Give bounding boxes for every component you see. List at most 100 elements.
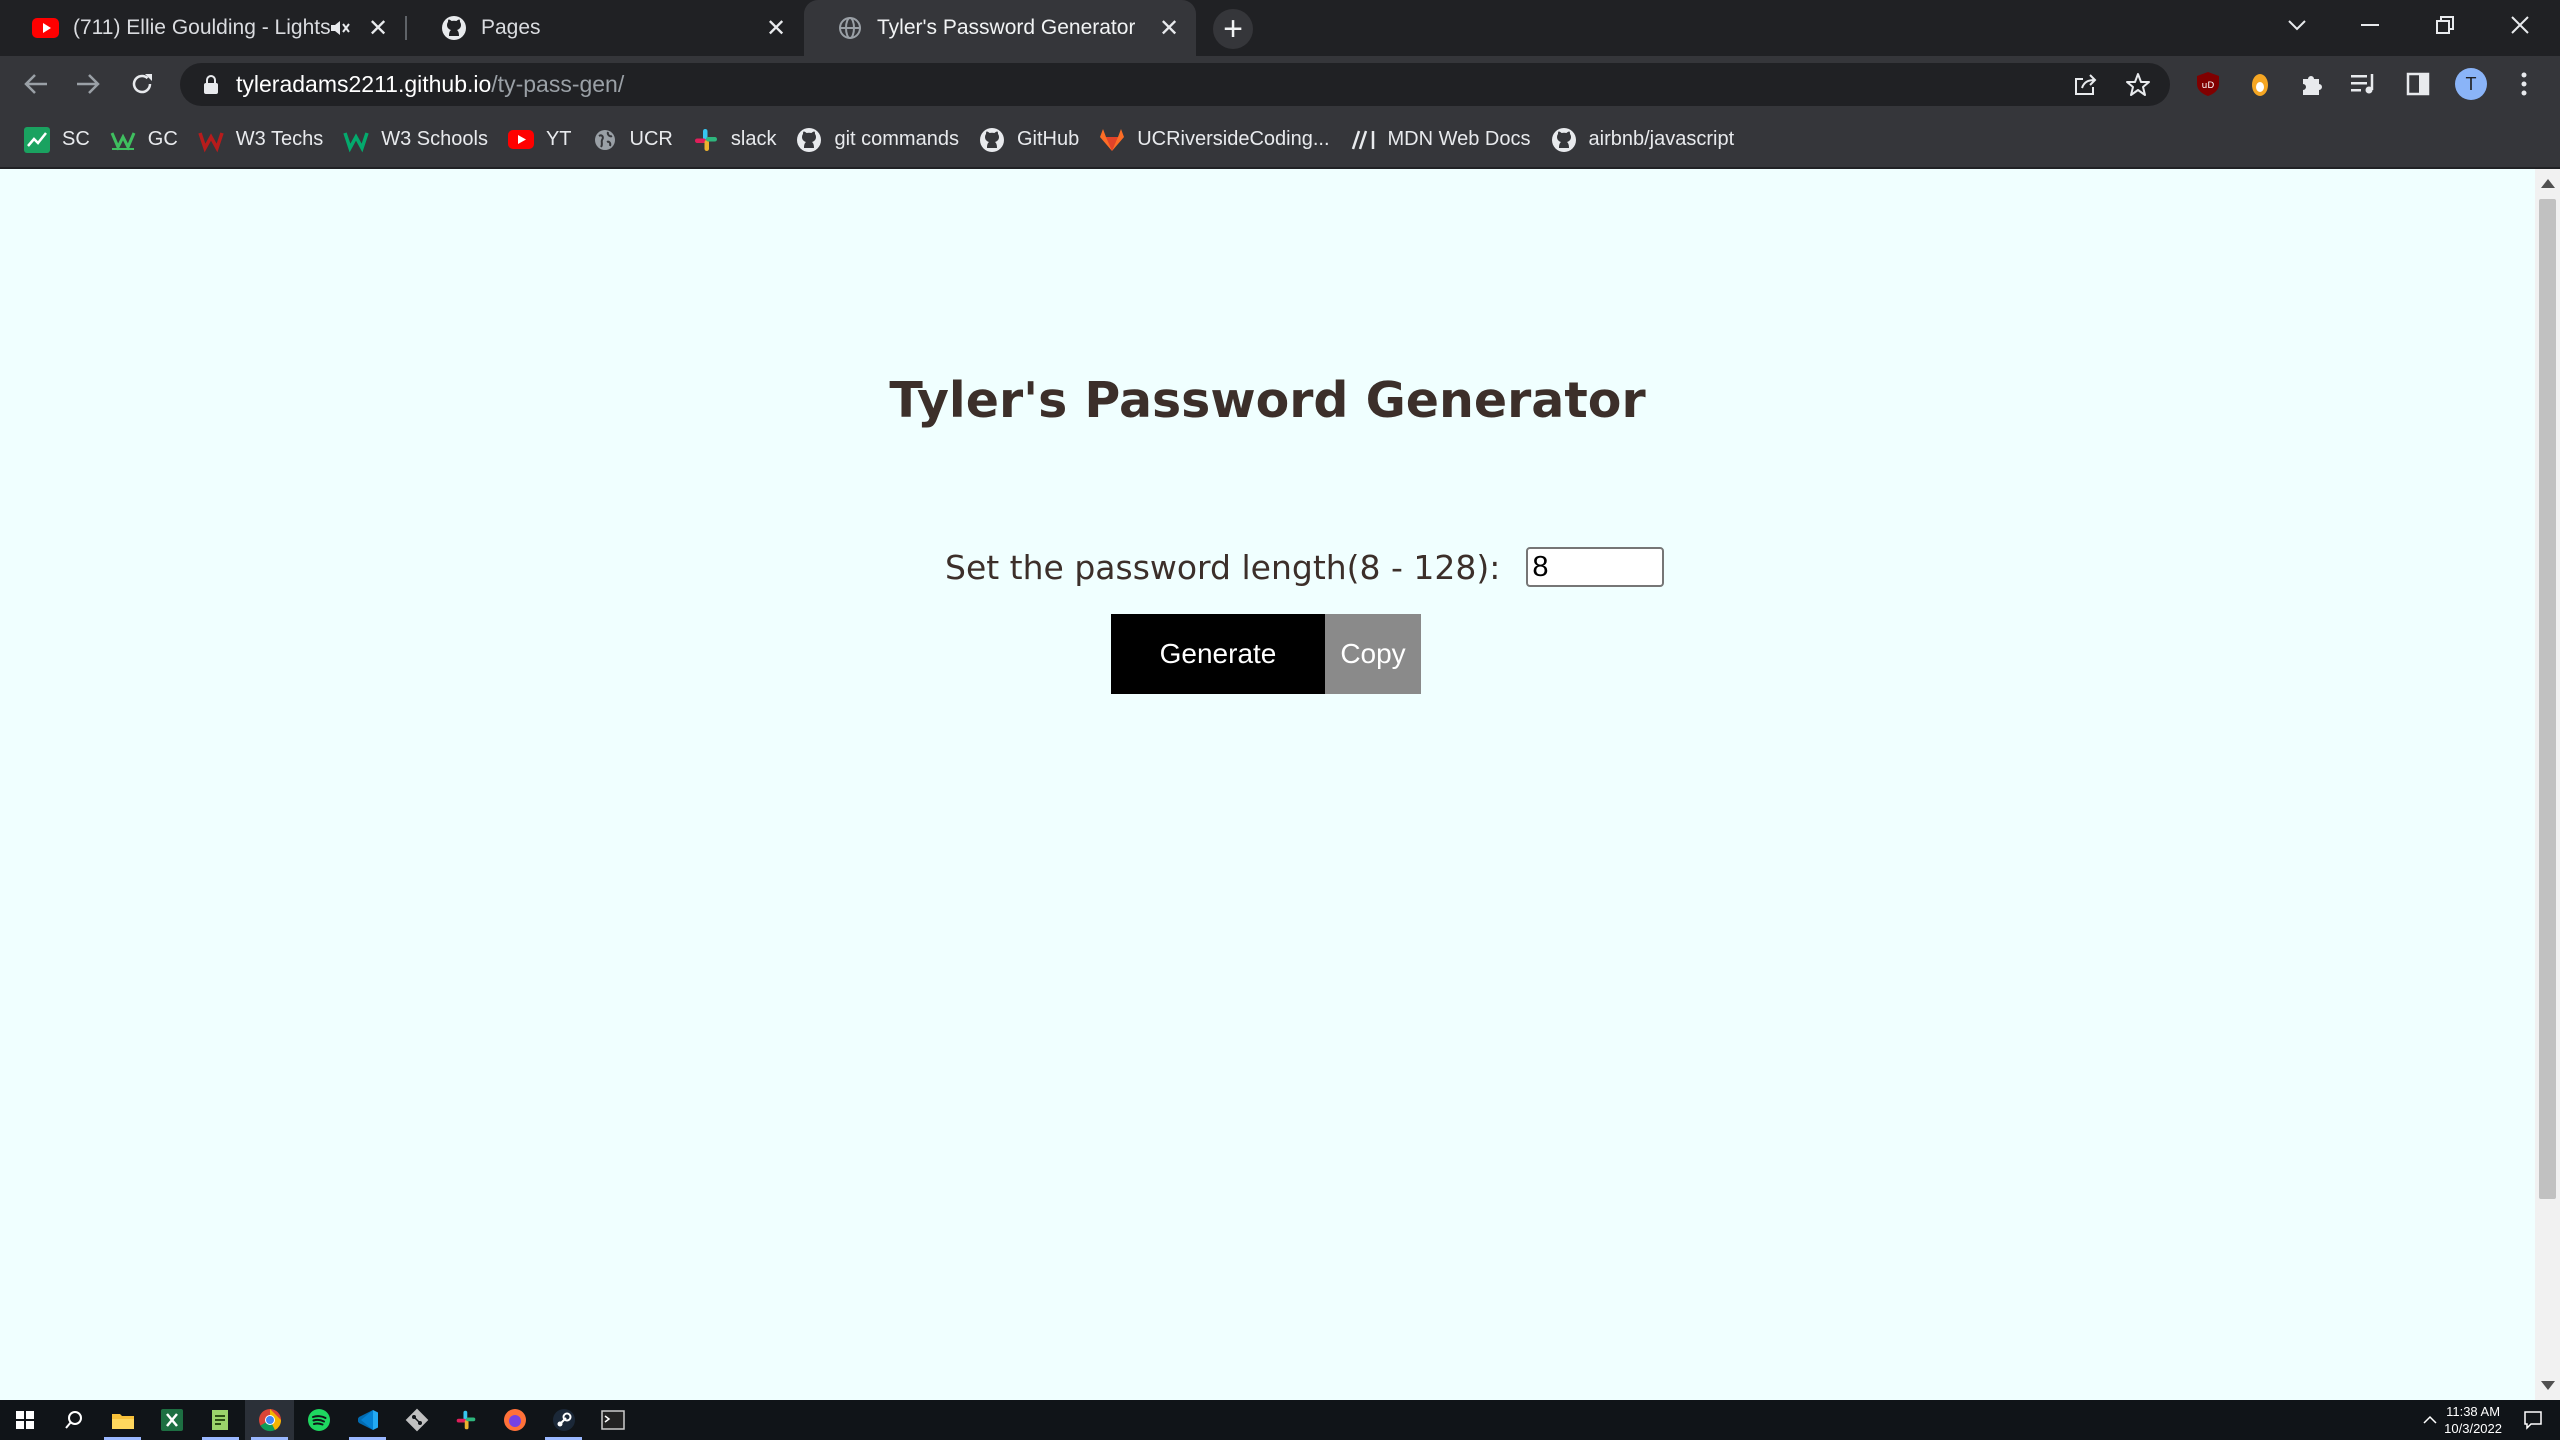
bookmark-label: slack bbox=[730, 128, 777, 150]
bookmark-label: W3 Techs bbox=[235, 128, 324, 150]
w3techs-icon bbox=[198, 127, 224, 153]
media-controls-icon[interactable] bbox=[2348, 68, 2380, 100]
bookmark-label: GitHub bbox=[1016, 128, 1080, 150]
address-bar[interactable]: tyleradams2211.github.io/ty-pass-gen/ bbox=[180, 63, 2170, 106]
bookmark-label: UCR bbox=[629, 128, 673, 150]
bookmarks-bar: SC GC W3 Techs W3 Schools YT UCR slack g… bbox=[0, 112, 2560, 168]
scroll-up-arrow-icon[interactable] bbox=[2541, 179, 2555, 188]
bookmark-label: git commands bbox=[834, 128, 959, 150]
bookmark-label: W3 Schools bbox=[381, 128, 488, 150]
password-length-input[interactable] bbox=[1526, 547, 1665, 587]
gitlab-icon bbox=[1099, 127, 1125, 153]
mdn-icon bbox=[1350, 127, 1376, 153]
generate-button[interactable]: Generate bbox=[1111, 614, 1325, 694]
restore-icon[interactable] bbox=[2410, 0, 2480, 50]
minimize-icon[interactable] bbox=[2335, 0, 2405, 50]
slack-icon[interactable] bbox=[441, 1400, 490, 1440]
gc-icon bbox=[110, 127, 136, 153]
github-icon bbox=[979, 127, 1005, 153]
ublock-icon[interactable]: uD bbox=[2192, 68, 2224, 100]
close-tab-icon[interactable]: ✕ bbox=[365, 15, 391, 42]
notifications-icon[interactable] bbox=[2506, 1400, 2560, 1440]
github-icon bbox=[1551, 127, 1577, 153]
slack-icon bbox=[693, 127, 719, 153]
side-panel-icon[interactable] bbox=[2402, 68, 2434, 100]
share-icon[interactable] bbox=[2070, 69, 2102, 101]
clock-time: 11:38 AM bbox=[2446, 1404, 2501, 1419]
terminal-icon[interactable] bbox=[588, 1400, 637, 1440]
tab-title: Tyler's Password Generator bbox=[877, 16, 1136, 39]
windows-start-icon[interactable] bbox=[0, 1400, 49, 1440]
close-tab-icon[interactable]: ✕ bbox=[1156, 15, 1182, 42]
globe-icon bbox=[836, 15, 863, 42]
scroll-thumb[interactable] bbox=[2539, 199, 2556, 1199]
honey-extension-icon[interactable] bbox=[2244, 68, 2276, 100]
extensions-icon[interactable] bbox=[2296, 68, 2328, 100]
bookmark-label: UCRiversideCoding... bbox=[1137, 128, 1330, 150]
url-text: tyleradams2211.github.io/ty-pass-gen/ bbox=[236, 71, 624, 98]
excel-icon[interactable] bbox=[147, 1400, 196, 1440]
clock-date: 10/3/2022 bbox=[2444, 1421, 2502, 1436]
url-host: tyleradams2211.github.io bbox=[236, 71, 492, 97]
chart-icon bbox=[24, 126, 50, 153]
bookmark-label: airbnb/javascript bbox=[1588, 128, 1735, 150]
reload-icon[interactable] bbox=[124, 66, 160, 102]
page-scrollbar[interactable] bbox=[2535, 169, 2560, 1400]
scroll-down-arrow-icon[interactable] bbox=[2541, 1381, 2555, 1390]
bookmark-sc[interactable]: SC bbox=[20, 120, 102, 160]
bookmark-label: GC bbox=[147, 128, 178, 150]
bookmark-git-commands[interactable]: git commands bbox=[792, 120, 971, 160]
bookmark-yt[interactable]: YT bbox=[504, 120, 584, 160]
new-tab-button[interactable]: + bbox=[1213, 9, 1253, 49]
close-tab-icon[interactable]: ✕ bbox=[763, 15, 789, 42]
avatar: T bbox=[2455, 68, 2487, 100]
bookmark-w3techs[interactable]: W3 Techs bbox=[194, 120, 335, 160]
globe-icon bbox=[592, 127, 618, 153]
tab-youtube[interactable]: (711) Ellie Goulding - Lights ( ✕ bbox=[0, 0, 405, 56]
file-explorer-icon[interactable] bbox=[98, 1400, 147, 1440]
tab-title: (711) Ellie Goulding - Lights ( bbox=[73, 16, 333, 39]
lock-icon[interactable] bbox=[200, 74, 222, 96]
page-viewport: Tyler's Password Generator Set the passw… bbox=[0, 169, 2535, 1400]
page-title: Tyler's Password Generator bbox=[889, 372, 1646, 429]
bookmark-mdn[interactable]: MDN Web Docs bbox=[1346, 120, 1543, 160]
forward-icon[interactable] bbox=[70, 66, 106, 102]
bookmark-slack[interactable]: slack bbox=[689, 120, 789, 160]
system-clock[interactable]: 11:38 AM 10/3/2022 bbox=[2444, 1403, 2502, 1437]
copy-button[interactable]: Copy bbox=[1325, 614, 1421, 694]
close-window-icon[interactable] bbox=[2485, 0, 2555, 50]
chrome-icon[interactable] bbox=[245, 1400, 294, 1440]
svg-text:uD: uD bbox=[2202, 81, 2215, 91]
bookmark-ucriverside-coding[interactable]: UCRiversideCoding... bbox=[1095, 120, 1341, 160]
muted-speaker-icon[interactable] bbox=[327, 15, 353, 41]
bookmark-star-icon[interactable] bbox=[2122, 69, 2154, 101]
bookmark-label: MDN Web Docs bbox=[1387, 128, 1531, 150]
length-row: Set the password length(8 - 128): bbox=[945, 547, 1665, 587]
length-label: Set the password length(8 - 128): bbox=[945, 547, 1501, 587]
bookmark-github[interactable]: GitHub bbox=[975, 120, 1091, 160]
tab-password-generator[interactable]: Tyler's Password Generator ✕ bbox=[804, 0, 1196, 56]
search-icon[interactable] bbox=[49, 1400, 98, 1440]
notepad-plus-icon[interactable] bbox=[196, 1400, 245, 1440]
bookmark-label: SC bbox=[62, 128, 90, 150]
bookmark-w3schools[interactable]: W3 Schools bbox=[339, 120, 500, 160]
bookmark-ucr[interactable]: UCR bbox=[588, 120, 685, 160]
spotify-icon[interactable] bbox=[294, 1400, 343, 1440]
bookmark-airbnb-javascript[interactable]: airbnb/javascript bbox=[1547, 120, 1747, 160]
vscode-icon[interactable] bbox=[343, 1400, 392, 1440]
windows-taskbar: 11:38 AM 10/3/2022 bbox=[0, 1400, 2560, 1440]
github-icon bbox=[440, 15, 467, 42]
firefox-icon[interactable] bbox=[490, 1400, 539, 1440]
tab-search-icon[interactable] bbox=[2262, 0, 2332, 50]
steam-icon[interactable] bbox=[539, 1400, 588, 1440]
tab-title: Pages bbox=[481, 16, 541, 39]
url-path: /ty-pass-gen/ bbox=[491, 71, 625, 97]
back-icon[interactable] bbox=[18, 66, 54, 102]
tab-pages[interactable]: Pages ✕ bbox=[408, 0, 803, 56]
tab-divider bbox=[405, 16, 407, 40]
git-icon[interactable] bbox=[392, 1400, 441, 1440]
menu-icon[interactable] bbox=[2508, 68, 2540, 100]
profile-avatar[interactable]: T bbox=[2455, 68, 2487, 100]
bookmark-gc[interactable]: GC bbox=[106, 120, 190, 160]
w3schools-icon bbox=[343, 127, 369, 153]
